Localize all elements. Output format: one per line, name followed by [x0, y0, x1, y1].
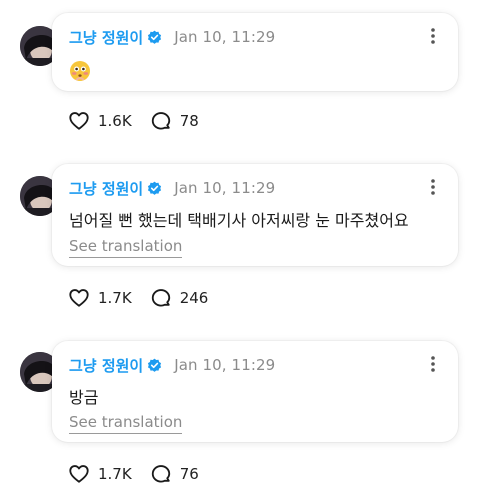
reply-card[interactable]: 그냥 정원이 Jan 10, 11:29 넘어질 뻔 했는데 택배기사 아저씨랑…: [52, 164, 458, 266]
heart-icon: [69, 112, 89, 130]
post-actions: 1.7K 76: [68, 462, 217, 486]
post-text: 방금: [69, 388, 99, 407]
reply-count: 246: [179, 289, 209, 307]
post-header: 그냥 정원이 Jan 10, 11:29: [69, 177, 275, 199]
post-time: Jan 10, 11:29: [174, 28, 276, 46]
verified-badge-icon: [148, 30, 162, 44]
author-name[interactable]: 그냥 정원이: [69, 178, 143, 199]
reply-card[interactable]: 그냥 정원이 Jan 10, 11:29 방금 See translation: [52, 341, 458, 442]
comment-bubble-icon: [151, 289, 170, 307]
heart-icon: [69, 465, 89, 483]
like-button[interactable]: 1.7K: [68, 287, 132, 309]
see-translation-link[interactable]: See translation: [69, 413, 183, 434]
more-options-icon[interactable]: [430, 27, 436, 45]
author-name[interactable]: 그냥 정원이: [69, 27, 143, 48]
reply-count: 76: [179, 465, 199, 483]
post-header: 그냥 정원이 Jan 10, 11:29: [69, 354, 275, 376]
reply-button[interactable]: 76: [150, 463, 199, 485]
author-name[interactable]: 그냥 정원이: [69, 355, 143, 376]
flushed-face-emoji-icon: [70, 61, 90, 81]
reply-card[interactable]: 그냥 정원이 Jan 10, 11:29: [52, 13, 458, 91]
post-header: 그냥 정원이 Jan 10, 11:29: [69, 26, 275, 48]
like-count: 1.7K: [98, 289, 132, 307]
post-actions: 1.6K 78: [68, 109, 217, 133]
like-count: 1.7K: [98, 465, 132, 483]
like-count: 1.6K: [98, 112, 132, 130]
more-options-icon[interactable]: [430, 355, 436, 373]
like-button[interactable]: 1.6K: [68, 110, 132, 132]
post-text: 넘어질 뻔 했는데 택배기사 아저씨랑 눈 마주쳤어요: [69, 211, 409, 230]
like-button[interactable]: 1.7K: [68, 463, 132, 485]
verified-badge-icon: [148, 358, 162, 372]
see-translation-link[interactable]: See translation: [69, 237, 183, 258]
post-time: Jan 10, 11:29: [174, 179, 276, 197]
heart-icon: [69, 289, 89, 307]
comment-bubble-icon: [151, 112, 170, 130]
post-actions: 1.7K 246: [68, 286, 226, 310]
reply-button[interactable]: 78: [150, 110, 199, 132]
verified-badge-icon: [148, 181, 162, 195]
post-time: Jan 10, 11:29: [174, 356, 276, 374]
reply-button[interactable]: 246: [150, 287, 209, 309]
reply-count: 78: [179, 112, 199, 130]
comment-bubble-icon: [151, 465, 170, 483]
more-options-icon[interactable]: [430, 178, 436, 196]
